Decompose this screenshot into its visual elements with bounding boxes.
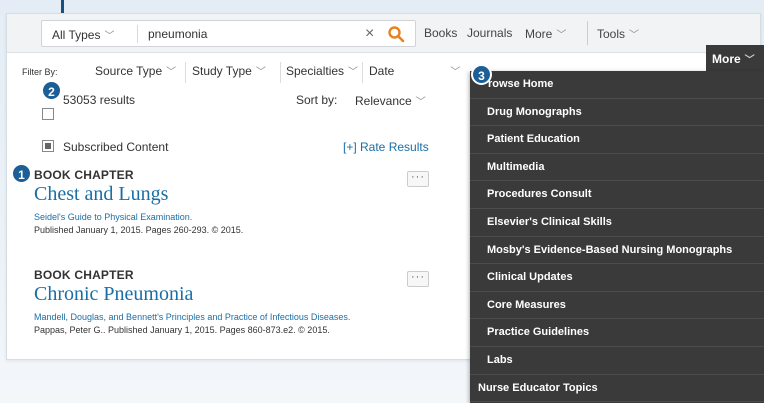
chevron-down-icon: ﹀ (104, 31, 115, 42)
nav-more-label: More (525, 27, 553, 41)
filter-specialties-label: Specialties (286, 64, 345, 78)
divider (280, 62, 281, 83)
more-dropdown-menu: rowse Home Drug Monographs Patient Educa… (470, 71, 764, 403)
result-options-button[interactable]: ··· (407, 271, 429, 287)
callout-badge-2: 2 (41, 80, 62, 101)
result-item: BOOK CHAPTER Chronic Pneumonia Mandell, … (34, 268, 414, 335)
result-source[interactable]: Seidel's Guide to Physical Examination. (34, 212, 414, 222)
subscribed-checkbox[interactable] (42, 140, 54, 152)
results-count: 53053 results (63, 93, 136, 107)
divider (587, 21, 588, 45)
select-all-checkbox[interactable] (42, 108, 54, 120)
nav-tools[interactable]: Tools ﹀ (597, 26, 639, 41)
more-menu-trigger[interactable]: More ﹀ (706, 45, 764, 72)
filter-study-type-label: Study Type (192, 64, 252, 78)
filter-bar: Filter By: Source Type ﹀ Study Type ﹀ Spec… (7, 60, 467, 86)
chevron-down-icon: ﹀ (556, 30, 567, 41)
subscribed-label: Subscribed Content (63, 140, 169, 154)
filter-specialties[interactable]: Specialties ﹀ (286, 63, 358, 78)
menu-item-core-measures[interactable]: Core Measures (470, 292, 764, 320)
sort-label: Sort by: (296, 93, 338, 107)
menu-item-clinical-skills[interactable]: Elsevier's Clinical Skills (470, 209, 764, 237)
type-select-label: All Types (52, 28, 101, 42)
nav-books[interactable]: Books (424, 26, 457, 40)
accent-line (61, 0, 64, 14)
callout-badge-1: 1 (11, 163, 32, 184)
chevron-down-icon: ﹀ (415, 97, 426, 108)
search-input[interactable]: pneumonia (148, 27, 207, 41)
result-meta: Published January 1, 2015. Pages 260-293… (34, 225, 244, 235)
menu-item-clinical-updates[interactable]: Clinical Updates (470, 264, 764, 292)
chevron-down-icon: ﹀ (166, 67, 177, 78)
search-box: All Types ﹀ pneumonia × (41, 20, 416, 47)
type-select[interactable]: All Types ﹀ (52, 27, 114, 42)
nav-more[interactable]: More ﹀ (525, 26, 566, 41)
filter-date-label: Date (369, 64, 395, 78)
result-type: BOOK CHAPTER (34, 168, 134, 182)
chevron-down-icon: ﹀ (629, 30, 640, 41)
menu-item-procedures-consult[interactable]: Procedures Consult (470, 181, 764, 209)
filter-date[interactable]: Date ﹀ (369, 63, 460, 78)
menu-item-patient-education[interactable]: Patient Education (470, 126, 764, 154)
result-item: BOOK CHAPTER Chest and Lungs Seidel's Gu… (34, 168, 414, 235)
menu-item-drug-monographs[interactable]: Drug Monographs (470, 99, 764, 127)
result-source[interactable]: Mandell, Douglas, and Bennett's Principl… (34, 312, 414, 322)
menu-item-nurse-educator-topics[interactable]: Nurse Educator Topics (470, 375, 764, 403)
menu-item-nursing-monographs[interactable]: Mosby's Evidence-Based Nursing Monograph… (470, 237, 764, 265)
filter-source-type-label: Source Type (95, 64, 163, 78)
more-menu-trigger-label: More (712, 52, 741, 66)
chevron-down-icon: ﹀ (744, 55, 755, 66)
menu-item-multimedia[interactable]: Multimedia (470, 154, 764, 182)
filter-source-type[interactable]: Source Type ﹀ (95, 63, 176, 78)
top-bar: All Types ﹀ pneumonia × Books Journals Mo… (7, 14, 760, 53)
result-type: BOOK CHAPTER (34, 268, 134, 282)
result-title[interactable]: Chronic Pneumonia (34, 283, 414, 306)
result-meta: Pappas, Peter G.. Published January 1, 2… (34, 325, 330, 335)
result-title[interactable]: Chest and Lungs (34, 183, 414, 206)
filter-label: Filter By: (22, 67, 58, 77)
divider (362, 62, 363, 83)
nav-journals[interactable]: Journals (467, 26, 512, 40)
menu-item-labs[interactable]: Labs (470, 347, 764, 375)
sort-select[interactable]: Relevance ﹀ (355, 93, 426, 108)
close-icon[interactable]: × (365, 25, 374, 43)
nav-tools-label: Tools (597, 27, 626, 41)
filter-study-type[interactable]: Study Type ﹀ (192, 63, 266, 78)
sort-select-label: Relevance (355, 94, 412, 108)
divider (137, 25, 138, 43)
divider (185, 62, 186, 83)
search-icon[interactable] (387, 25, 405, 43)
result-options-button[interactable]: ··· (407, 171, 429, 187)
chevron-down-icon: ﹀ (450, 67, 461, 78)
callout-badge-3: 3 (471, 64, 492, 85)
menu-item-browse-home[interactable]: rowse Home (470, 71, 764, 99)
chevron-down-icon: ﹀ (255, 67, 266, 78)
menu-item-practice-guidelines[interactable]: Practice Guidelines (470, 319, 764, 347)
chevron-down-icon: ﹀ (348, 67, 359, 78)
rate-results-link[interactable]: [+] Rate Results (343, 140, 429, 154)
